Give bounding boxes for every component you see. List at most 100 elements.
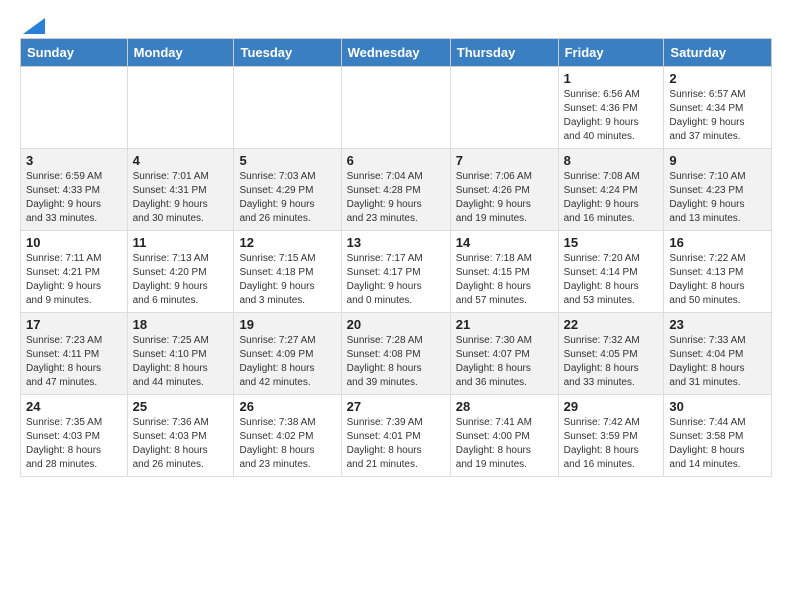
- calendar-cell: 19 Sunrise: 7:27 AM Sunset: 4:09 PM Dayli…: [234, 313, 341, 395]
- logo: [20, 18, 45, 30]
- calendar-cell: 4 Sunrise: 7:01 AM Sunset: 4:31 PM Daylig…: [127, 149, 234, 231]
- day-number: 19: [239, 317, 335, 332]
- calendar-cell: 21 Sunrise: 7:30 AM Sunset: 4:07 PM Dayli…: [450, 313, 558, 395]
- calendar-cell: 5Sunrise: 7:03 AM Sunset: 4:29 PM Daylig…: [234, 149, 341, 231]
- week-row: 3 Sunrise: 6:59 AM Sunset: 4:33 PM Daylig…: [21, 149, 772, 231]
- day-number: 20: [347, 317, 445, 332]
- day-number: 22: [564, 317, 659, 332]
- calendar-cell: 26 Sunrise: 7:38 AM Sunset: 4:02 PM Dayli…: [234, 395, 341, 477]
- header-row: SundayMondayTuesdayWednesdayThursdayFrid…: [21, 39, 772, 67]
- day-info: Sunrise: 7:27 AM Sunset: 4:09 PM Dayligh…: [239, 334, 335, 390]
- day-info: Sunrise: 7:17 AM Sunset: 4:17 PM Dayligh…: [347, 252, 445, 308]
- calendar-cell: 27 Sunrise: 7:39 AM Sunset: 4:01 PM Dayli…: [341, 395, 450, 477]
- calendar-cell: [127, 67, 234, 149]
- day-number: 17: [26, 317, 122, 332]
- day-number: 27: [347, 399, 445, 414]
- day-number: 25: [133, 399, 229, 414]
- day-number: 21: [456, 317, 553, 332]
- day-number: 18: [133, 317, 229, 332]
- week-row: 17 Sunrise: 7:23 AM Sunset: 4:11 PM Dayli…: [21, 313, 772, 395]
- day-number: 9: [669, 153, 766, 168]
- day-number: 12: [239, 235, 335, 250]
- calendar-cell: 10Sunrise: 7:11 AM Sunset: 4:21 PM Dayli…: [21, 231, 128, 313]
- day-number: 13: [347, 235, 445, 250]
- day-info: Sunrise: 7:33 AM Sunset: 4:04 PM Dayligh…: [669, 334, 766, 390]
- calendar-cell: 16 Sunrise: 7:22 AM Sunset: 4:13 PM Dayli…: [664, 231, 772, 313]
- day-number: 11: [133, 235, 229, 250]
- day-info: Sunrise: 7:11 AM Sunset: 4:21 PM Dayligh…: [26, 252, 122, 308]
- calendar-cell: 18 Sunrise: 7:25 AM Sunset: 4:10 PM Dayli…: [127, 313, 234, 395]
- calendar-cell: [21, 67, 128, 149]
- calendar-cell: [234, 67, 341, 149]
- week-row: 1 Sunrise: 6:56 AM Sunset: 4:36 PM Daylig…: [21, 67, 772, 149]
- day-info: Sunrise: 7:13 AM Sunset: 4:20 PM Dayligh…: [133, 252, 229, 308]
- day-number: 6: [347, 153, 445, 168]
- day-info: Sunrise: 7:03 AM Sunset: 4:29 PM Dayligh…: [239, 170, 335, 226]
- day-info: Sunrise: 7:20 AM Sunset: 4:14 PM Dayligh…: [564, 252, 659, 308]
- day-header: Monday: [127, 39, 234, 67]
- calendar-cell: 6Sunrise: 7:04 AM Sunset: 4:28 PM Daylig…: [341, 149, 450, 231]
- day-number: 24: [26, 399, 122, 414]
- day-info: Sunrise: 7:15 AM Sunset: 4:18 PM Dayligh…: [239, 252, 335, 308]
- day-header: Tuesday: [234, 39, 341, 67]
- calendar-cell: [341, 67, 450, 149]
- calendar-cell: 7Sunrise: 7:06 AM Sunset: 4:26 PM Daylig…: [450, 149, 558, 231]
- calendar-cell: 8 Sunrise: 7:08 AM Sunset: 4:24 PM Daylig…: [558, 149, 664, 231]
- calendar-cell: 29 Sunrise: 7:42 AM Sunset: 3:59 PM Dayli…: [558, 395, 664, 477]
- calendar-cell: 28Sunrise: 7:41 AM Sunset: 4:00 PM Dayli…: [450, 395, 558, 477]
- calendar-table: SundayMondayTuesdayWednesdayThursdayFrid…: [20, 38, 772, 477]
- day-header: Sunday: [21, 39, 128, 67]
- day-number: 7: [456, 153, 553, 168]
- day-info: Sunrise: 7:25 AM Sunset: 4:10 PM Dayligh…: [133, 334, 229, 390]
- day-header: Friday: [558, 39, 664, 67]
- day-info: Sunrise: 7:30 AM Sunset: 4:07 PM Dayligh…: [456, 334, 553, 390]
- day-number: 1: [564, 71, 659, 86]
- day-info: Sunrise: 7:08 AM Sunset: 4:24 PM Dayligh…: [564, 170, 659, 226]
- calendar-cell: 22 Sunrise: 7:32 AM Sunset: 4:05 PM Dayli…: [558, 313, 664, 395]
- day-number: 16: [669, 235, 766, 250]
- calendar-cell: 1 Sunrise: 6:56 AM Sunset: 4:36 PM Daylig…: [558, 67, 664, 149]
- day-info: Sunrise: 7:36 AM Sunset: 4:03 PM Dayligh…: [133, 416, 229, 472]
- day-info: Sunrise: 7:10 AM Sunset: 4:23 PM Dayligh…: [669, 170, 766, 226]
- calendar-cell: 23 Sunrise: 7:33 AM Sunset: 4:04 PM Dayli…: [664, 313, 772, 395]
- day-number: 2: [669, 71, 766, 86]
- calendar-cell: 25 Sunrise: 7:36 AM Sunset: 4:03 PM Dayli…: [127, 395, 234, 477]
- day-number: 28: [456, 399, 553, 414]
- day-info: Sunrise: 7:32 AM Sunset: 4:05 PM Dayligh…: [564, 334, 659, 390]
- calendar-body: 1 Sunrise: 6:56 AM Sunset: 4:36 PM Daylig…: [21, 67, 772, 477]
- day-info: Sunrise: 7:42 AM Sunset: 3:59 PM Dayligh…: [564, 416, 659, 472]
- day-info: Sunrise: 7:35 AM Sunset: 4:03 PM Dayligh…: [26, 416, 122, 472]
- day-header: Thursday: [450, 39, 558, 67]
- day-number: 4: [133, 153, 229, 168]
- day-number: 23: [669, 317, 766, 332]
- day-number: 26: [239, 399, 335, 414]
- day-number: 3: [26, 153, 122, 168]
- day-info: Sunrise: 7:38 AM Sunset: 4:02 PM Dayligh…: [239, 416, 335, 472]
- page-header: [0, 0, 792, 38]
- day-number: 15: [564, 235, 659, 250]
- day-info: Sunrise: 6:56 AM Sunset: 4:36 PM Dayligh…: [564, 88, 659, 144]
- day-header: Saturday: [664, 39, 772, 67]
- day-number: 8: [564, 153, 659, 168]
- day-info: Sunrise: 7:22 AM Sunset: 4:13 PM Dayligh…: [669, 252, 766, 308]
- day-info: Sunrise: 7:01 AM Sunset: 4:31 PM Dayligh…: [133, 170, 229, 226]
- calendar-cell: 24 Sunrise: 7:35 AM Sunset: 4:03 PM Dayli…: [21, 395, 128, 477]
- day-info: Sunrise: 6:59 AM Sunset: 4:33 PM Dayligh…: [26, 170, 122, 226]
- calendar-cell: 9 Sunrise: 7:10 AM Sunset: 4:23 PM Daylig…: [664, 149, 772, 231]
- day-number: 14: [456, 235, 553, 250]
- day-number: 29: [564, 399, 659, 414]
- day-info: Sunrise: 7:39 AM Sunset: 4:01 PM Dayligh…: [347, 416, 445, 472]
- calendar-cell: 14 Sunrise: 7:18 AM Sunset: 4:15 PM Dayli…: [450, 231, 558, 313]
- day-info: Sunrise: 7:28 AM Sunset: 4:08 PM Dayligh…: [347, 334, 445, 390]
- day-info: Sunrise: 6:57 AM Sunset: 4:34 PM Dayligh…: [669, 88, 766, 144]
- calendar-cell: 12 Sunrise: 7:15 AM Sunset: 4:18 PM Dayli…: [234, 231, 341, 313]
- day-number: 30: [669, 399, 766, 414]
- week-row: 24 Sunrise: 7:35 AM Sunset: 4:03 PM Dayli…: [21, 395, 772, 477]
- day-info: Sunrise: 7:18 AM Sunset: 4:15 PM Dayligh…: [456, 252, 553, 308]
- calendar-cell: 20 Sunrise: 7:28 AM Sunset: 4:08 PM Dayli…: [341, 313, 450, 395]
- day-header: Wednesday: [341, 39, 450, 67]
- day-info: Sunrise: 7:23 AM Sunset: 4:11 PM Dayligh…: [26, 334, 122, 390]
- week-row: 10Sunrise: 7:11 AM Sunset: 4:21 PM Dayli…: [21, 231, 772, 313]
- calendar-header: SundayMondayTuesdayWednesdayThursdayFrid…: [21, 39, 772, 67]
- calendar-cell: 13 Sunrise: 7:17 AM Sunset: 4:17 PM Dayli…: [341, 231, 450, 313]
